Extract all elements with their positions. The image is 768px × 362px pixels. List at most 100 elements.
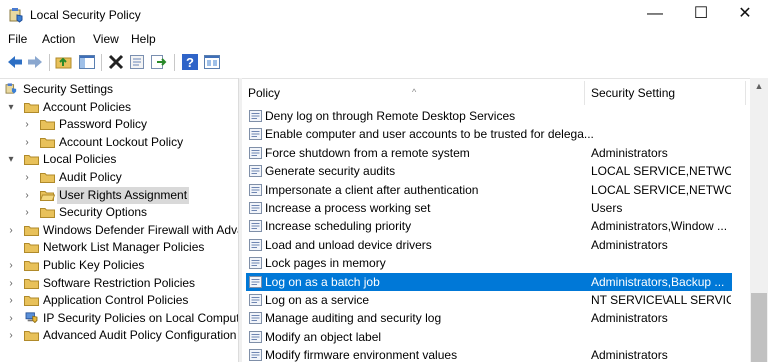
tree-item[interactable]: › Password Policy: [0, 116, 238, 133]
collapse-chevron-icon[interactable]: ▾: [6, 99, 16, 116]
tree-item-label: Security Options: [59, 205, 148, 220]
tree-item[interactable]: Security Settings: [0, 81, 238, 98]
scroll-up-button[interactable]: ▲: [750, 78, 768, 95]
folder-icon: [40, 208, 55, 219]
tree-item[interactable]: › Security Options: [0, 204, 238, 221]
show-hide-tree-icon[interactable]: [78, 53, 96, 71]
minimize-button[interactable]: —: [632, 0, 678, 30]
folder-icon: [24, 331, 39, 342]
expand-chevron-icon[interactable]: ›: [22, 204, 32, 221]
policy-setting-icon: [249, 294, 262, 306]
collapse-chevron-icon[interactable]: ▾: [6, 151, 16, 168]
export-list-icon[interactable]: [149, 53, 167, 71]
tree-item[interactable]: › User Rights Assignment: [0, 186, 238, 204]
svg-text:?: ?: [186, 55, 194, 70]
column-header-policy[interactable]: Policy ^: [242, 79, 584, 107]
expand-chevron-icon[interactable]: ›: [22, 169, 32, 186]
policy-row[interactable]: Generate security audits LOCAL SERVICE,NE…: [246, 162, 732, 180]
policy-name: Increase a process working set: [265, 201, 431, 215]
tree-item[interactable]: ▾ Local Policies: [0, 151, 238, 168]
policy-row[interactable]: Deny log on through Remote Desktop Servi…: [246, 107, 732, 125]
tree-item[interactable]: › Windows Defender Firewall with Adva: [0, 222, 238, 239]
security-setting-value: LOCAL SERVICE,NETWO...: [591, 164, 731, 179]
policy-setting-icon: [249, 128, 262, 141]
policy-setting-icon: [249, 165, 262, 178]
policy-row[interactable]: Lock pages in memory: [246, 254, 732, 272]
policy-setting-icon: [249, 349, 262, 362]
folder-icon: [24, 261, 39, 271]
column-divider[interactable]: [745, 81, 746, 105]
maximize-button[interactable]: ☐: [678, 0, 724, 30]
policy-row[interactable]: Load and unload device drivers Administra…: [246, 236, 732, 254]
folder-icon: [24, 225, 39, 236]
security-setting-value: Administrators: [591, 311, 668, 326]
tree-item-label: Audit Policy: [59, 170, 122, 184]
forward-arrow-icon[interactable]: [26, 53, 44, 71]
toolbar: ?: [0, 50, 768, 76]
delete-icon[interactable]: [107, 53, 125, 71]
menu-bar: File Action View Help: [0, 30, 768, 50]
expand-chevron-icon[interactable]: ›: [22, 187, 32, 204]
tree-item-label: User Rights Assignment: [57, 186, 190, 204]
policy-name: Manage auditing and security log: [265, 311, 442, 326]
menu-view[interactable]: View: [93, 32, 119, 46]
policy-setting-icon: [249, 146, 262, 159]
policy-row[interactable]: Enable computer and user accounts to be …: [246, 125, 732, 143]
expand-chevron-icon[interactable]: ›: [22, 116, 32, 133]
policy-row[interactable]: Modify an object label: [246, 328, 732, 346]
tree-item[interactable]: Network List Manager Policies: [0, 239, 238, 256]
expand-chevron-icon[interactable]: ›: [22, 134, 32, 151]
vertical-scrollbar[interactable]: ▲: [750, 78, 768, 362]
expand-chevron-icon[interactable]: ›: [6, 292, 16, 309]
policy-row[interactable]: Log on as a batch job Administrators,Back…: [246, 272, 732, 291]
policy-row[interactable]: Modify firmware environment values Admini…: [246, 346, 732, 362]
tree-item[interactable]: › Advanced Audit Policy Configuration: [0, 327, 238, 344]
menu-file[interactable]: File: [8, 32, 27, 46]
policy-row[interactable]: Increase a process working set Users: [246, 199, 732, 217]
policy-row[interactable]: Log on as a service NT SERVICE\ALL SERVIC…: [246, 291, 732, 309]
policy-setting-icon: [249, 183, 262, 196]
expand-chevron-icon[interactable]: ›: [6, 275, 16, 292]
tree-item-label: Software Restriction Policies: [43, 275, 196, 290]
security-setting-value: Administrators: [591, 348, 668, 362]
security-policy-app-icon: [9, 8, 23, 23]
policy-list: Policy ^ Security Setting Deny log on th…: [242, 78, 768, 362]
menu-action[interactable]: Action: [42, 32, 75, 46]
expand-chevron-icon[interactable]: ›: [6, 310, 16, 327]
tree-item[interactable]: › IP Security Policies on Local Compute: [0, 310, 238, 327]
tree-item[interactable]: › Application Control Policies: [0, 292, 238, 309]
properties-icon[interactable]: [128, 53, 146, 71]
ip-security-icon: [25, 312, 38, 323]
policy-row[interactable]: Manage auditing and security log Administ…: [246, 309, 732, 327]
tree-item[interactable]: › Account Lockout Policy: [0, 134, 238, 151]
console-icon[interactable]: [203, 53, 221, 71]
policy-row[interactable]: Force shutdown from a remote system Admin…: [246, 144, 732, 162]
policy-name: Log on as a batch job: [265, 274, 380, 289]
policy-row[interactable]: Impersonate a client after authenticatio…: [246, 181, 732, 199]
security-setting-value: Administrators,Backup ...: [591, 274, 725, 289]
tree-item[interactable]: › Software Restriction Policies: [0, 275, 238, 292]
tree-item-label: Windows Defender Firewall with Adva: [43, 222, 238, 237]
scroll-thumb[interactable]: [751, 293, 767, 362]
policy-name: Increase scheduling priority: [265, 219, 412, 234]
tree-item-label: Public Key Policies: [43, 258, 145, 272]
up-folder-icon[interactable]: [55, 53, 73, 71]
close-button[interactable]: ✕: [722, 0, 768, 30]
tree-item[interactable]: ▾ Account Policies: [0, 99, 238, 116]
tree-item[interactable]: › Public Key Policies: [0, 257, 238, 274]
expand-chevron-icon[interactable]: ›: [6, 222, 16, 239]
help-icon[interactable]: ?: [181, 53, 199, 71]
back-arrow-icon[interactable]: [6, 53, 24, 71]
policy-name: Deny log on through Remote Desktop Servi…: [265, 109, 516, 123]
tree-item-label: Network List Manager Policies: [43, 240, 205, 255]
column-header-security-setting[interactable]: Security Setting: [585, 79, 745, 107]
title-bar: Local Security Policy — ☐ ✕: [0, 0, 768, 30]
folder-icon: [24, 243, 39, 254]
policy-row[interactable]: Increase scheduling priority Administrato…: [246, 217, 732, 235]
policy-name: Load and unload device drivers: [265, 237, 432, 252]
expand-chevron-icon[interactable]: ›: [6, 257, 16, 274]
expand-chevron-icon[interactable]: ›: [6, 327, 16, 344]
tree-item[interactable]: › Audit Policy: [0, 169, 238, 186]
menu-help[interactable]: Help: [131, 32, 156, 46]
security-setting-value: LOCAL SERVICE,NETWO...: [591, 182, 731, 197]
